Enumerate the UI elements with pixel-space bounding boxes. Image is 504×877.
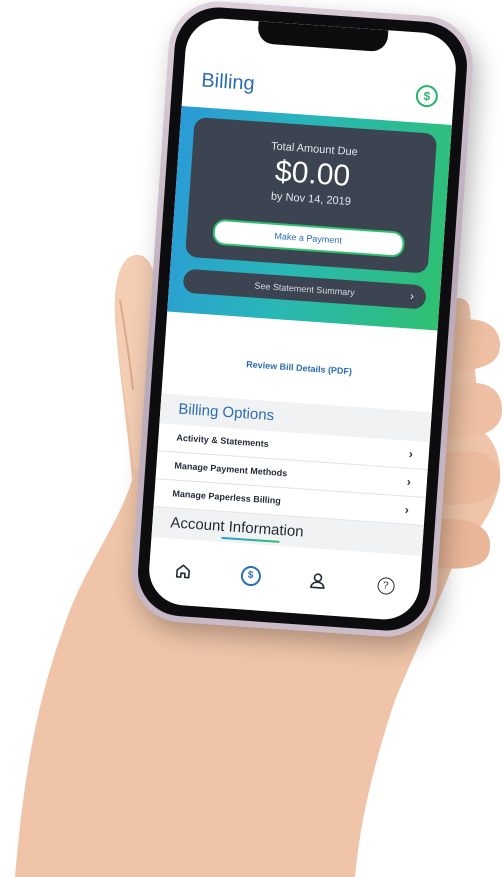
home-icon — [175, 564, 190, 579]
phone-notch — [256, 21, 388, 53]
statement-summary-button[interactable]: See Statement Summary › — [182, 268, 427, 310]
page-title: Billing — [200, 69, 256, 96]
summary-band: Total Amount Due $0.00 by Nov 14, 2019 M… — [167, 106, 452, 331]
review-bill-details-link[interactable]: Review Bill Details (PDF) — [164, 353, 435, 382]
phone-bezel: Billing $ Total Amount Due $0.00 by Nov … — [135, 4, 470, 634]
dollar-icon: $ — [239, 565, 262, 587]
chevron-right-icon: › — [408, 446, 414, 462]
option-label: Manage Paperless Billing — [172, 488, 282, 506]
make-payment-button[interactable]: Make a Payment — [211, 218, 405, 258]
statement-summary-label: See Statement Summary — [254, 280, 356, 298]
dollar-icon[interactable]: $ — [415, 84, 439, 108]
chevron-right-icon: › — [409, 290, 415, 303]
amount-due-card: Total Amount Due $0.00 by Nov 14, 2019 M… — [185, 116, 438, 274]
option-label: Manage Payment Methods — [174, 460, 288, 479]
tab-account[interactable] — [302, 565, 334, 597]
user-icon — [310, 573, 325, 589]
chevron-right-icon: › — [406, 474, 412, 489]
bottom-tab-bar: $ ? — [148, 549, 421, 608]
tab-billing[interactable]: $ — [235, 560, 267, 592]
account-heading-label: Account Information — [169, 514, 305, 541]
billing-options-section: Billing Options Activity & Statements › … — [151, 393, 432, 556]
help-icon: ? — [376, 576, 395, 595]
phone-screen: Billing $ Total Amount Due $0.00 by Nov … — [146, 16, 459, 622]
chevron-right-icon: › — [404, 502, 410, 517]
option-label: Activity & Statements — [176, 432, 270, 449]
phone-frame: Billing $ Total Amount Due $0.00 by Nov … — [128, 0, 477, 640]
tab-home[interactable] — [167, 555, 199, 587]
tab-help[interactable]: ? — [370, 569, 402, 601]
